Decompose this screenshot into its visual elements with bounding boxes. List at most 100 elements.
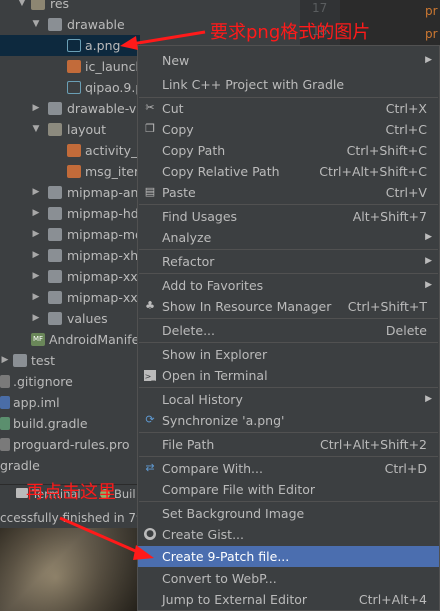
sync-icon: ⟳ <box>145 413 155 426</box>
menu-separator <box>139 456 438 457</box>
tree-item-qipao[interactable]: qipao.9.p <box>0 77 140 98</box>
tree-item-test[interactable]: ▶ test <box>0 350 140 371</box>
menu-item-refactor[interactable]: Refactor ▶ <box>138 251 439 272</box>
menu-separator <box>139 501 438 502</box>
menu-item-compare-with[interactable]: ⇄ Compare With... Ctrl+D <box>138 458 439 479</box>
chevron-right-icon[interactable]: ▶ <box>31 266 41 287</box>
menu-item-jump-to-external-editor[interactable]: Jump to External Editor Ctrl+Alt+4 <box>138 589 439 610</box>
menu-item-show-in-resource-manager[interactable]: ♣ Show In Resource Manager Ctrl+Shift+T <box>138 296 439 317</box>
menu-item-create-9-patch[interactable]: Create 9-Patch file... <box>138 546 439 567</box>
tree-item-mipmap-anydpi[interactable]: ▶ mipmap-any <box>0 182 140 203</box>
menu-item-copy-relative-path[interactable]: Copy Relative Path Ctrl+Alt+Shift+C <box>138 161 439 182</box>
terminal-icon: >_ <box>144 370 156 381</box>
menu-item-copy[interactable]: ❐ Copy Ctrl+C <box>138 119 439 140</box>
folder-icon <box>48 249 62 262</box>
menu-separator <box>139 204 438 205</box>
tree-item-values[interactable]: ▶ values <box>0 308 140 329</box>
menu-separator <box>139 249 438 250</box>
folder-icon <box>48 102 62 115</box>
menu-item-add-to-favorites[interactable]: Add to Favorites ▶ <box>138 275 439 296</box>
tree-item-mipmap-xxhdpi[interactable]: ▶ mipmap-xxh <box>0 266 140 287</box>
chevron-right-icon: ▶ <box>425 55 432 65</box>
tree-item-mipmap-hdpi[interactable]: ▶ mipmap-hdp <box>0 203 140 224</box>
project-tree: ▼ res ▼ drawable a.png ic_launch qipao.9… <box>0 0 140 530</box>
tree-item-proguard[interactable]: proguard-rules.pro <box>0 434 140 455</box>
tab-build[interactable]: Buil <box>114 487 136 501</box>
menu-item-paste[interactable]: ▤ Paste Ctrl+V <box>138 182 439 203</box>
chevron-down-icon[interactable]: ▼ <box>31 14 41 35</box>
menu-item-compare-file-with-editor[interactable]: Compare File with Editor <box>138 479 439 500</box>
menu-item-show-in-explorer[interactable]: Show in Explorer <box>138 344 439 365</box>
annotation-top: 要求png格式的图片 <box>210 22 371 43</box>
gradle-file-icon <box>0 417 10 430</box>
folder-icon <box>48 291 62 304</box>
folder-icon <box>48 186 62 199</box>
tree-item-gitignore[interactable]: .gitignore <box>0 371 140 392</box>
menu-item-delete[interactable]: Delete... Delete <box>138 320 439 341</box>
menu-separator <box>139 432 438 433</box>
tree-item-activity-main[interactable]: activity_m <box>0 140 140 161</box>
chevron-down-icon[interactable]: ▼ <box>31 119 41 140</box>
menu-item-cut[interactable]: ✂ Cut Ctrl+X <box>138 98 439 119</box>
code-line: pr <box>425 27 438 41</box>
chevron-right-icon: ▶ <box>425 232 432 242</box>
menu-item-create-gist[interactable]: ● Create Gist... <box>138 524 439 545</box>
menu-item-new[interactable]: New ▶ <box>138 50 439 71</box>
folder-icon <box>48 312 62 325</box>
chevron-down-icon[interactable]: ▼ <box>17 0 27 14</box>
chevron-right-icon[interactable]: ▶ <box>31 245 41 266</box>
tree-item-mipmap-xhdpi[interactable]: ▶ mipmap-xhc <box>0 245 140 266</box>
tree-item-app-iml[interactable]: app.iml <box>0 392 140 413</box>
chevron-right-icon[interactable]: ▶ <box>31 182 41 203</box>
chevron-right-icon[interactable]: ▶ <box>31 203 41 224</box>
compare-icon: ⇄ <box>145 461 155 474</box>
tree-item-a-png[interactable]: a.png <box>0 35 140 56</box>
tree-item-gradle[interactable]: gradle <box>0 455 140 476</box>
tree-item-android-manifest[interactable]: MF AndroidManife <box>0 329 140 350</box>
menu-item-analyze[interactable]: Analyze ▶ <box>138 227 439 248</box>
png-file-icon <box>67 39 81 52</box>
folder-icon <box>48 123 62 136</box>
resource-manager-icon: ♣ <box>145 299 155 312</box>
menu-item-file-path[interactable]: File Path Ctrl+Alt+Shift+2 <box>138 434 439 455</box>
menu-separator <box>139 387 438 388</box>
tree-item-mipmap-xxxhdpi[interactable]: ▶ mipmap-xxx <box>0 287 140 308</box>
line-number: 17 <box>312 1 328 15</box>
folder-icon <box>31 0 45 10</box>
menu-item-open-in-terminal[interactable]: >_ Open in Terminal <box>138 365 439 386</box>
menu-item-link-cpp[interactable]: Link C++ Project with Gradle <box>138 74 439 95</box>
xml-file-icon <box>67 60 81 73</box>
folder-icon <box>48 207 62 220</box>
menu-item-convert-to-webp[interactable]: Convert to WebP... <box>138 568 439 589</box>
status-bar: ccessfully finished in 790 <box>0 508 140 528</box>
chevron-right-icon[interactable]: ▶ <box>0 350 10 371</box>
tree-item-build-gradle[interactable]: build.gradle <box>0 413 140 434</box>
menu-separator <box>139 342 438 343</box>
menu-item-copy-path[interactable]: Copy Path Ctrl+Shift+C <box>138 140 439 161</box>
tree-item-msg-item[interactable]: msg_item <box>0 161 140 182</box>
chevron-right-icon[interactable]: ▶ <box>31 308 41 329</box>
folder-icon <box>13 354 27 367</box>
code-line: pr <box>425 4 438 18</box>
menu-item-find-usages[interactable]: Find Usages Alt+Shift+7 <box>138 206 439 227</box>
annotation-bottom: 再点击这里 <box>26 482 116 503</box>
tree-item-layout[interactable]: ▼ layout <box>0 119 140 140</box>
tree-item-ic-launcher[interactable]: ic_launch <box>0 56 140 77</box>
scissors-icon: ✂ <box>145 101 155 114</box>
chevron-right-icon[interactable]: ▶ <box>31 98 41 119</box>
tree-item-res[interactable]: ▼ res <box>0 0 140 14</box>
tree-item-drawable[interactable]: ▼ drawable <box>0 14 140 35</box>
manifest-icon: MF <box>31 333 45 346</box>
menu-separator <box>139 318 438 319</box>
tree-item-drawable-v24[interactable]: ▶ drawable-v2 <box>0 98 140 119</box>
layout-file-icon <box>67 144 81 157</box>
paste-icon: ▤ <box>144 185 156 198</box>
folder-icon <box>48 270 62 283</box>
status-text: ccessfully finished in 790 <box>0 511 140 525</box>
chevron-right-icon[interactable]: ▶ <box>31 287 41 308</box>
menu-item-set-background-image[interactable]: Set Background Image <box>138 503 439 524</box>
menu-item-synchronize[interactable]: ⟳ Synchronize 'a.png' <box>138 410 439 431</box>
chevron-right-icon[interactable]: ▶ <box>31 224 41 245</box>
tree-item-mipmap-mdpi[interactable]: ▶ mipmap-md <box>0 224 140 245</box>
menu-item-local-history[interactable]: Local History ▶ <box>138 389 439 410</box>
